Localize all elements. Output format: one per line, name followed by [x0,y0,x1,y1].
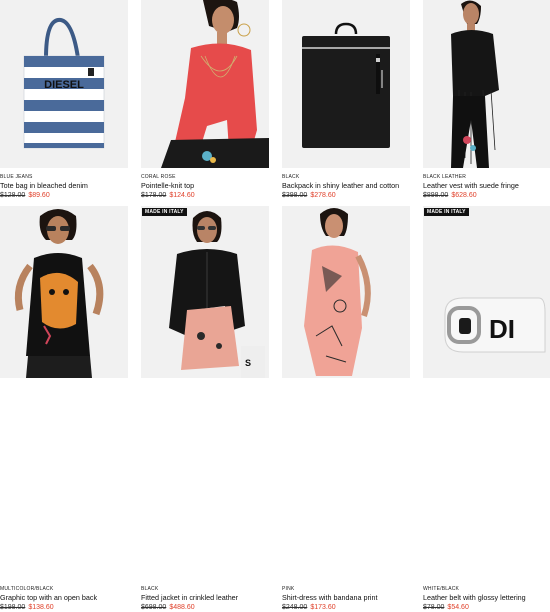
product-image-tote-bag[interactable]: DIESEL [0,0,128,168]
belt-lettering-text: DI [489,314,515,344]
product-color: CORAL ROSE [141,174,176,180]
product-name[interactable]: Backpack in shiny leather and cotton [282,181,422,191]
product-image-leather-belt[interactable]: DI MADE IN ITALY [423,206,550,378]
original-price: $178.00 [141,192,167,199]
product-name[interactable]: Shirt-dress with bandana print [282,593,422,603]
product-name[interactable]: Pointelle-knit top [141,181,281,191]
product-color: BLACK [282,174,300,180]
sale-price: $173.60 [310,604,336,611]
sale-price: $488.60 [169,604,195,611]
original-price: $898.00 [423,192,449,199]
svg-text:S: S [245,358,251,368]
original-price: $248.00 [282,604,308,611]
made-in-italy-badge: MADE IN ITALY [424,208,469,216]
product-color: BLUE JEANS [0,174,33,180]
sale-price: $278.60 [310,192,336,199]
product-image-leather-vest[interactable] [423,0,550,168]
product-image-leather-jacket[interactable]: S MADE IN ITALY [141,206,269,378]
made-in-italy-badge: MADE IN ITALY [142,208,187,216]
product-name[interactable]: Tote bag in bleached denim [0,181,140,191]
product-name[interactable]: Leather vest with suede fringe [423,181,550,191]
sale-price: $54.60 [447,604,469,611]
sale-price: $628.60 [451,192,477,199]
product-name[interactable]: Graphic top with an open back [0,593,140,603]
product-color: MULTICOLOR/BLACK [0,586,54,592]
product-name[interactable]: Leather belt with glossy lettering [423,593,550,603]
original-price: $78.00 [423,604,445,611]
original-price: $128.00 [0,192,26,199]
product-color: WHITE/BLACK [423,586,460,592]
product-image-graphic-top[interactable] [0,206,128,378]
original-price: $398.00 [282,192,308,199]
sale-price: $124.60 [169,192,195,199]
product-image-backpack[interactable] [282,0,410,168]
sale-price: $138.60 [28,604,54,611]
original-price: $698.00 [141,604,167,611]
sale-price: $89.60 [28,192,50,199]
product-grid: DIESEL BLUE JEANS Tote bag in bleached d… [0,0,550,611]
product-name[interactable]: Fitted jacket in crinkled leather [141,593,281,603]
product-image-shirt-dress[interactable] [282,206,410,378]
product-color: PINK [282,586,295,592]
original-price: $198.00 [0,604,26,611]
bag-logo-text: DIESEL [44,79,84,91]
product-image-pointelle-top[interactable] [141,0,269,168]
product-color: BLACK [141,586,159,592]
product-color: BLACK LEATHER [423,174,467,180]
